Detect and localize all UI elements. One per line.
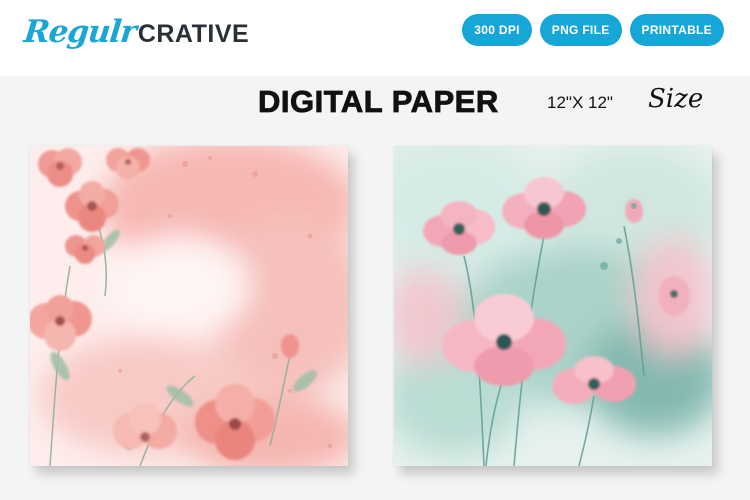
mint-poppy-artwork — [394, 146, 712, 466]
size-dimensions: 12"X 12" — [547, 93, 613, 112]
size-label: Size — [648, 84, 704, 114]
badge-png: PNG FILE — [539, 14, 622, 46]
product-title: DIGITAL PAPER — [258, 84, 499, 120]
brand-logo-script: Regulr — [22, 14, 138, 50]
paper-preview-mint-poppy — [394, 146, 712, 466]
header-bar: Regulr CRATIVE 300 DPI PNG FILE PRINTABL… — [0, 0, 750, 76]
brand-logo[interactable]: Regulr CRATIVE — [22, 14, 250, 58]
badge-dpi: 300 DPI — [462, 14, 532, 46]
badge-printable: PRINTABLE — [629, 14, 724, 46]
brand-logo-block: CRATIVE — [137, 20, 250, 48]
feature-badges: 300 DPI PNG FILE PRINTABLE — [462, 14, 724, 46]
pink-floral-artwork — [30, 146, 348, 466]
paper-preview-pink-floral — [30, 146, 348, 466]
